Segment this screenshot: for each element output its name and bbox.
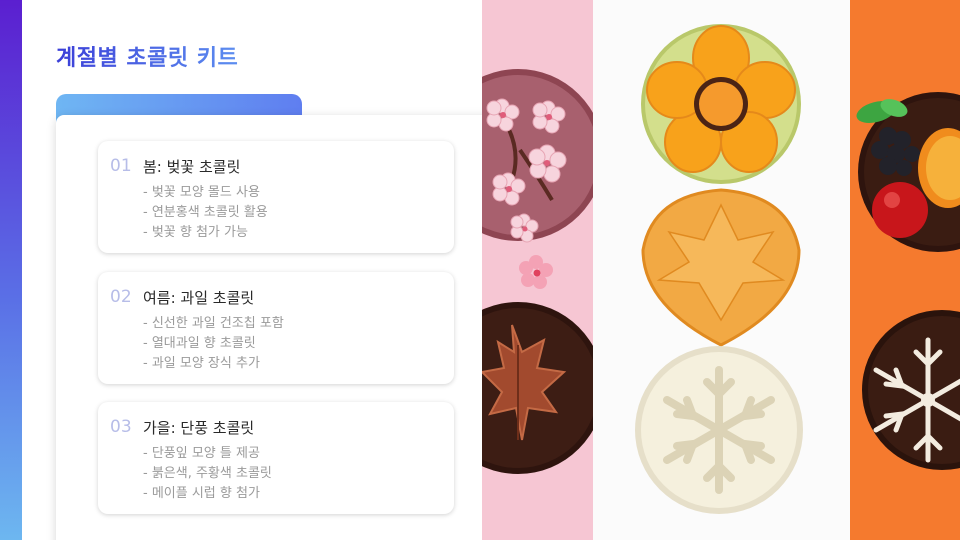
season-item-autumn: 03 가을: 단풍 초콜릿 - 단풍잎 모양 틀 제공 - 붉은색, 주황색 초… bbox=[98, 402, 454, 514]
bullet-item: - 단풍잎 모양 틀 제공 bbox=[143, 446, 260, 461]
white-chocolate-illustration bbox=[593, 0, 850, 540]
bullet-item: - 신선한 과일 건조칩 포함 bbox=[143, 316, 284, 331]
orange-chocolate-illustration bbox=[850, 0, 960, 540]
bullet-item: - 열대과일 향 초콜릿 bbox=[143, 336, 256, 351]
left-accent-bar bbox=[0, 0, 22, 540]
item-heading: 봄: 벚꽃 초콜릿 bbox=[143, 158, 241, 176]
item-number: 02 bbox=[110, 287, 132, 307]
bullet-item: - 메이플 시럽 향 첨가 bbox=[143, 486, 260, 501]
bullet-item: - 과일 모양 장식 추가 bbox=[143, 356, 260, 371]
item-number: 01 bbox=[110, 156, 132, 176]
pink-chocolate-illustration bbox=[482, 0, 593, 540]
item-bullet-list: - 신선한 과일 건조칩 포함 - 열대과일 향 초콜릿 - 과일 모양 장식 … bbox=[143, 314, 284, 374]
photo-panel-white bbox=[593, 0, 850, 540]
item-heading: 여름: 과일 초콜릿 bbox=[143, 289, 255, 307]
bullet-item: - 벚꽃 모양 몰드 사용 bbox=[143, 185, 260, 200]
item-heading: 가을: 단풍 초콜릿 bbox=[143, 419, 255, 437]
item-bullet-list: - 단풍잎 모양 틀 제공 - 붉은색, 주황색 초콜릿 - 메이플 시럽 향 … bbox=[143, 444, 272, 504]
photo-panel-pink bbox=[482, 0, 593, 540]
item-bullet-list: - 벚꽃 모양 몰드 사용 - 연분홍색 초콜릿 활용 - 벚꽃 향 첨가 가능 bbox=[143, 183, 268, 243]
season-item-spring: 01 봄: 벚꽃 초콜릿 - 벚꽃 모양 몰드 사용 - 연분홍색 초콜릿 활용… bbox=[98, 141, 454, 253]
bullet-item: - 벚꽃 향 첨가 가능 bbox=[143, 225, 248, 240]
season-item-summer: 02 여름: 과일 초콜릿 - 신선한 과일 건조칩 포함 - 열대과일 향 초… bbox=[98, 272, 454, 384]
photo-panel-orange bbox=[850, 0, 960, 540]
bullet-item: - 붉은색, 주황색 초콜릿 bbox=[143, 466, 272, 481]
item-number: 03 bbox=[110, 417, 132, 437]
bullet-item: - 연분홍색 초콜릿 활용 bbox=[143, 205, 268, 220]
slide-title: 계절별 초콜릿 키트 bbox=[56, 40, 238, 72]
